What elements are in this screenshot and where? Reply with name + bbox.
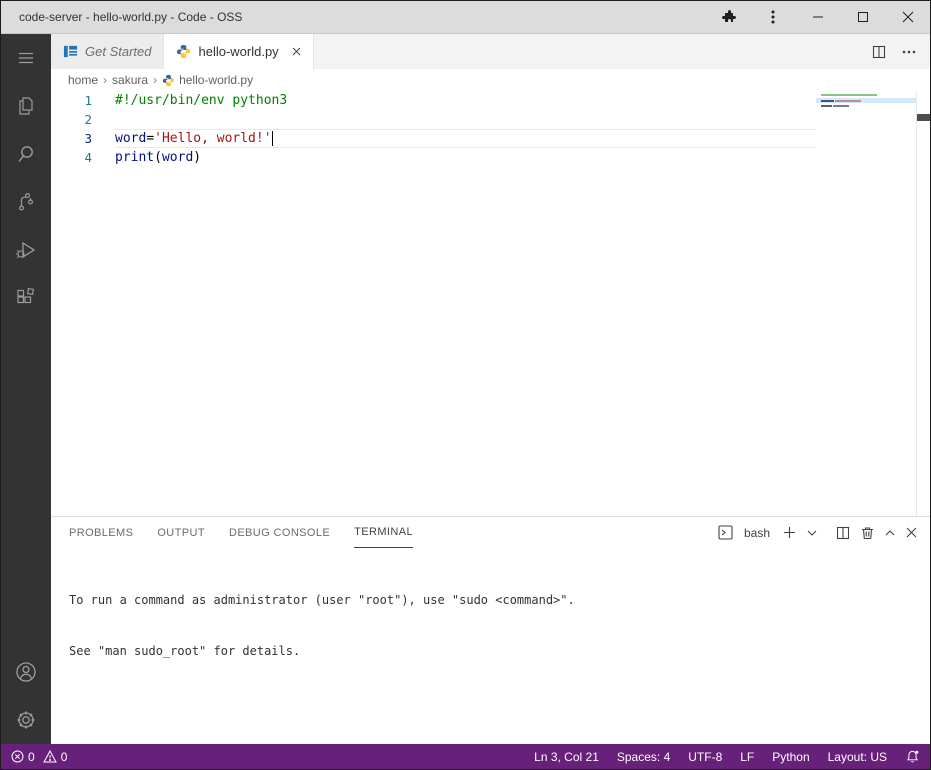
tab-label: hello-world.py xyxy=(198,44,278,59)
extension-puzzle-icon[interactable] xyxy=(705,1,750,33)
editor-cursor xyxy=(272,131,274,146)
breadcrumb-file[interactable]: hello-world.py xyxy=(162,73,253,87)
editor-scrollbar[interactable] xyxy=(916,91,930,516)
split-terminal-icon[interactable] xyxy=(836,526,850,540)
encoding[interactable]: UTF-8 xyxy=(688,750,722,764)
tab-problems[interactable]: PROBLEMS xyxy=(69,517,133,548)
new-terminal-plus-icon[interactable] xyxy=(783,526,796,539)
breadcrumb: home › sakura › hello-world.py xyxy=(51,69,930,91)
terminal-output[interactable]: To run a command as administrator (user … xyxy=(51,548,930,744)
get-started-icon xyxy=(63,44,78,59)
breadcrumb-home[interactable]: home xyxy=(68,73,98,87)
bottom-panel: PROBLEMS OUTPUT DEBUG CONSOLE TERMINAL b… xyxy=(51,516,930,744)
source-control-icon[interactable] xyxy=(1,178,51,226)
minimap-current-line-highlight xyxy=(816,98,916,103)
python-icon xyxy=(176,44,191,59)
code-line-1[interactable]: 1 #!/usr/bin/env python3 xyxy=(51,91,816,110)
warning-icon xyxy=(43,750,57,763)
terminal-line: To run a command as administrator (user … xyxy=(69,592,930,609)
minimize-button[interactable] xyxy=(795,1,840,33)
breadcrumb-separator: › xyxy=(153,73,157,87)
eol-sequence[interactable]: LF xyxy=(740,750,754,764)
code-line-3-current[interactable]: 3 word='Hello, world!' xyxy=(51,129,816,148)
tab-label: Get Started xyxy=(85,44,151,59)
tab-output[interactable]: OUTPUT xyxy=(157,517,205,548)
tab-get-started[interactable]: Get Started xyxy=(51,34,164,69)
panel-actions: bash xyxy=(718,525,930,540)
titlebar[interactable]: code-server - hello-world.py - Code - OS… xyxy=(1,1,930,34)
editor-actions xyxy=(872,34,930,69)
keyboard-layout[interactable]: Layout: US xyxy=(828,750,887,764)
python-icon xyxy=(162,74,175,87)
explorer-icon[interactable] xyxy=(1,82,51,130)
close-panel-icon[interactable] xyxy=(906,527,917,538)
problems-status[interactable]: 0 0 xyxy=(11,750,67,764)
notifications-bell-icon[interactable] xyxy=(905,749,920,764)
breadcrumb-sakura[interactable]: sakura xyxy=(112,73,148,87)
editor-lines: 1 #!/usr/bin/env python3 2 3 word='Hello… xyxy=(51,91,816,167)
kill-terminal-trash-icon[interactable] xyxy=(861,526,874,540)
more-menu-kebab-icon[interactable] xyxy=(750,1,795,33)
line-number[interactable]: 3 xyxy=(51,129,92,148)
code-line-4[interactable]: 4 print(word) xyxy=(51,148,816,167)
overview-cursor-marker xyxy=(917,114,930,121)
accounts-icon[interactable] xyxy=(1,648,51,696)
tab-debug-console[interactable]: DEBUG CONSOLE xyxy=(229,517,330,548)
window-title: code-server - hello-world.py - Code - OS… xyxy=(19,10,242,24)
minimap-code-line xyxy=(833,105,849,107)
terminal-shell-icon xyxy=(718,525,733,540)
line-number[interactable]: 4 xyxy=(51,148,92,167)
language-mode[interactable]: Python xyxy=(772,750,809,764)
panel-header: PROBLEMS OUTPUT DEBUG CONSOLE TERMINAL b… xyxy=(51,517,930,548)
search-icon[interactable] xyxy=(1,130,51,178)
close-window-button[interactable] xyxy=(885,1,930,33)
terminal-dropdown-chevron-icon[interactable] xyxy=(807,530,817,536)
shell-name[interactable]: bash xyxy=(744,526,770,540)
terminal-line: See "man sudo_root" for details. xyxy=(69,643,930,660)
minimap-code-line xyxy=(821,105,832,107)
status-bar: 0 0 Ln 3, Col 21 Spaces: 4 UTF-8 LF Pyth… xyxy=(1,744,930,769)
activity-bar xyxy=(1,34,51,744)
extensions-icon[interactable] xyxy=(1,274,51,322)
error-icon xyxy=(11,750,24,763)
maximize-panel-chevron-icon[interactable] xyxy=(885,530,895,536)
code-line-2[interactable]: 2 xyxy=(51,110,816,129)
breadcrumb-separator: › xyxy=(103,73,107,87)
line-number[interactable]: 1 xyxy=(51,91,92,110)
minimap[interactable] xyxy=(816,91,916,516)
run-debug-icon[interactable] xyxy=(1,226,51,274)
editor-tab-strip: Get Started hello-world.py xyxy=(51,34,930,69)
close-tab-icon[interactable] xyxy=(292,47,301,56)
code-editor[interactable]: 1 #!/usr/bin/env python3 2 3 word='Hello… xyxy=(51,91,930,516)
menu-hamburger-icon[interactable] xyxy=(1,34,51,82)
maximize-button[interactable] xyxy=(840,1,885,33)
code-oss-window: code-server - hello-world.py - Code - OS… xyxy=(0,0,931,770)
split-editor-icon[interactable] xyxy=(872,45,886,59)
more-actions-icon[interactable] xyxy=(902,50,916,54)
minimap-comment-line xyxy=(821,94,877,96)
cursor-position[interactable]: Ln 3, Col 21 xyxy=(534,750,599,764)
terminal-line xyxy=(69,694,930,711)
line-number[interactable]: 2 xyxy=(51,110,92,129)
tab-terminal[interactable]: TERMINAL xyxy=(354,517,413,548)
tab-hello-world-py[interactable]: hello-world.py xyxy=(164,34,313,69)
indentation[interactable]: Spaces: 4 xyxy=(617,750,670,764)
settings-gear-icon[interactable] xyxy=(1,696,51,744)
